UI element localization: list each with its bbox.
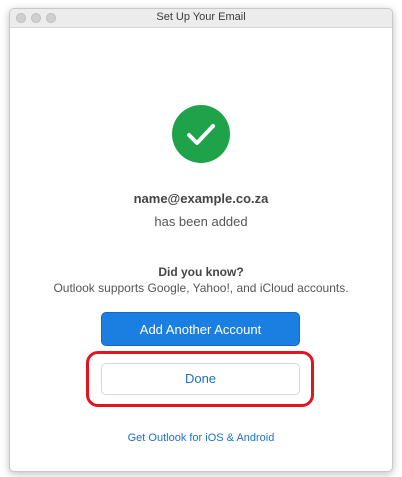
checkmark-icon (187, 124, 215, 145)
setup-email-window: Set Up Your Email name@example.co.za has… (9, 8, 393, 472)
success-checkmark-icon (172, 105, 230, 163)
window-title: Set Up Your Email (156, 11, 246, 23)
get-outlook-mobile-link[interactable]: Get Outlook for iOS & Android (10, 432, 392, 444)
title-bar: Set Up Your Email (10, 9, 392, 28)
tip-text: Outlook supports Google, Yahoo!, and iCl… (53, 281, 349, 295)
account-email: name@example.co.za (133, 191, 269, 206)
done-button[interactable]: Done (101, 363, 300, 395)
added-message: has been added (154, 214, 248, 229)
tip-heading: Did you know? (158, 265, 244, 279)
add-another-account-button[interactable]: Add Another Account (101, 312, 300, 346)
